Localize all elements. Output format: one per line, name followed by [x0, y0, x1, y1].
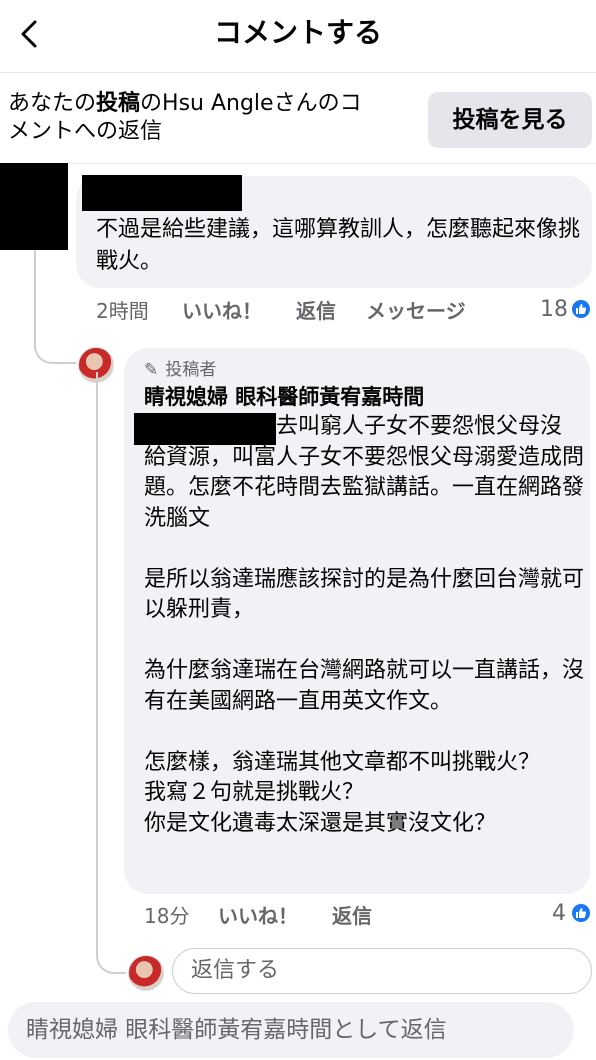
pencil-icon: ✎: [144, 360, 159, 380]
comment-timestamp: 2時間: [96, 299, 149, 323]
like-count[interactable]: 18: [540, 296, 568, 324]
reply-context-bar: あなたの投稿のHsu Angleさんのコ メントへの返信 投稿を見る: [0, 74, 596, 162]
context-prefix: あなたの: [8, 91, 97, 116]
reply-actions: 18分 いいね！ 返信: [144, 902, 444, 930]
author-badge-label: 投稿者: [165, 360, 217, 380]
context-divider: [0, 163, 596, 164]
own-avatar: [128, 955, 164, 991]
reply-button[interactable]: 返信: [296, 297, 336, 325]
reply-thread-line: [96, 372, 98, 957]
reply-text: 去叫窮人子女不要怨恨父母沒給資源，叫富人子女不要怨恨父母溺愛造成問題。怎麼不花時…: [144, 412, 584, 839]
header-divider: [0, 72, 596, 73]
context-middle: のHsu Angleさんのコ: [140, 91, 362, 116]
author-badge: ✎ 投稿者: [144, 358, 216, 382]
reply-like-reaction-icon: [570, 902, 592, 924]
reply-text-first-line: 去叫窮人子女不要怨恨父: [276, 414, 519, 439]
reply-input[interactable]: 返信する: [172, 948, 592, 994]
reply-like-count[interactable]: 4: [552, 900, 566, 928]
page-title: コメントする: [213, 16, 382, 49]
message-button[interactable]: メッセージ: [366, 297, 466, 325]
redacted-mention: [134, 413, 276, 445]
context-line2: メントへの返信: [8, 119, 163, 144]
comment-actions: 2時間 いいね！ 返信 メッセージ: [96, 297, 516, 325]
reply-like-button[interactable]: いいね！: [218, 902, 298, 930]
thread-connector: [34, 320, 76, 364]
reply-reply-button[interactable]: 返信: [332, 902, 372, 930]
context-post-word: 投稿: [96, 91, 141, 116]
reply-context-text: あなたの投稿のHsu Angleさんのコ メントへの返信: [8, 90, 408, 146]
redacted-avatar: [0, 163, 68, 250]
reply-author-name[interactable]: 睛視媳婦 眼科醫師黃宥嘉時間: [144, 383, 424, 411]
comment-text: 不過是給些建議，這哪算教訓人，怎麼聽起來像挑戰火。: [96, 217, 581, 274]
view-post-button[interactable]: 投稿を見る: [428, 92, 592, 148]
reply-thread-connector: [96, 930, 126, 974]
header-bar: コメントする: [0, 0, 596, 68]
reply-text-body: 母沒給資源，叫富人子女不要怨恨父母溺愛造成問題。怎麼不花時間去監獄講話。一直在網…: [144, 414, 585, 836]
comment-composer-input[interactable]: 睛視媳婦 眼科醫師黃宥嘉時間として返信: [8, 1002, 574, 1058]
reply-timestamp: 18分: [144, 904, 190, 928]
like-reaction-icon: [570, 298, 592, 320]
redacted-commenter-name: [82, 175, 242, 211]
like-button[interactable]: いいね！: [182, 297, 262, 325]
